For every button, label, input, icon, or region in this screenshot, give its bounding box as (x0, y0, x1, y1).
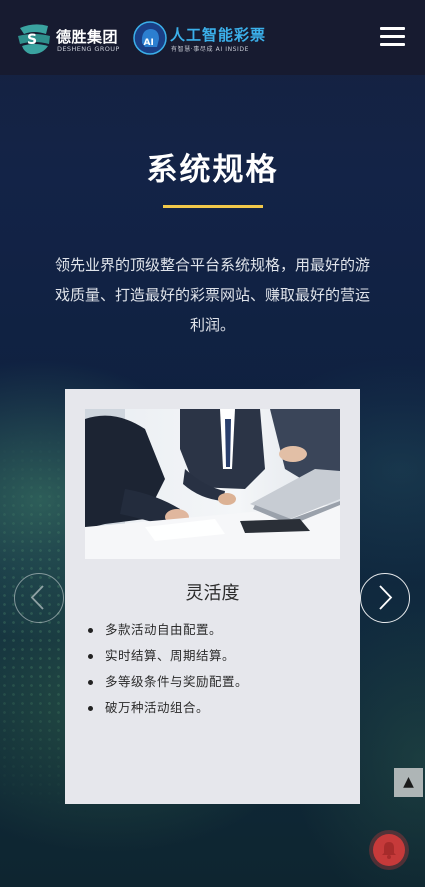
carousel-next-button[interactable] (360, 573, 410, 623)
list-item: 多款活动自由配置。 (85, 621, 345, 647)
logo1-chinese-name: 德胜集团 (56, 28, 119, 46)
bell-icon (382, 842, 396, 859)
logo1-english-name: DESHENG GROUP (57, 45, 120, 53)
svg-text:AI: AI (144, 38, 154, 48)
feature-card: 灵活度 多款活动自由配置。 实时结算、周期结算。 多等级条件与奖励配置。 破万种… (65, 389, 360, 804)
desheng-group-logo[interactable]: S 德胜集团 DESHENG GROUP (16, 20, 120, 58)
ai-head-icon: AI (133, 21, 167, 55)
site-header: S 德胜集团 DESHENG GROUP AI 人工智能彩票 有智慧·事尽成 A… (0, 0, 425, 75)
menu-bar (380, 27, 405, 30)
logo2-chinese-name: 人工智能彩票 (170, 26, 267, 44)
section-intro: 领先业界的顶级整合平台系统规格，用最好的游戏质量、打造最好的彩票网站、赚取最好的… (54, 256, 370, 334)
desheng-logo-icon: S (18, 24, 50, 55)
logo2-slogan: 有智慧·事尽成 AI INSIDE (171, 46, 250, 53)
svg-text:S: S (27, 32, 37, 48)
section-title: 系统规格 (146, 152, 279, 188)
card-heading: 灵活度 (185, 583, 240, 604)
chevron-right-icon (379, 585, 393, 610)
notification-bell-button[interactable] (373, 834, 405, 866)
feature-list: 多款活动自由配置。 实时结算、周期结算。 多等级条件与奖励配置。 破万种活动组合… (85, 621, 345, 725)
menu-bar (380, 35, 405, 38)
business-meeting-image (85, 409, 340, 559)
title-underline (163, 205, 263, 208)
back-to-top-button[interactable]: ▲ (394, 768, 423, 797)
list-item: 多等级条件与奖励配置。 (85, 673, 345, 699)
menu-bar (380, 43, 405, 46)
list-item: 实时结算、周期结算。 (85, 647, 345, 673)
list-item: 破万种活动组合。 (85, 699, 345, 725)
chevron-left-icon (30, 585, 44, 610)
hamburger-menu-icon[interactable] (380, 27, 405, 47)
ai-lottery-logo[interactable]: AI 人工智能彩票 有智慧·事尽成 AI INSIDE (133, 21, 293, 57)
carousel-prev-button[interactable] (14, 573, 64, 623)
